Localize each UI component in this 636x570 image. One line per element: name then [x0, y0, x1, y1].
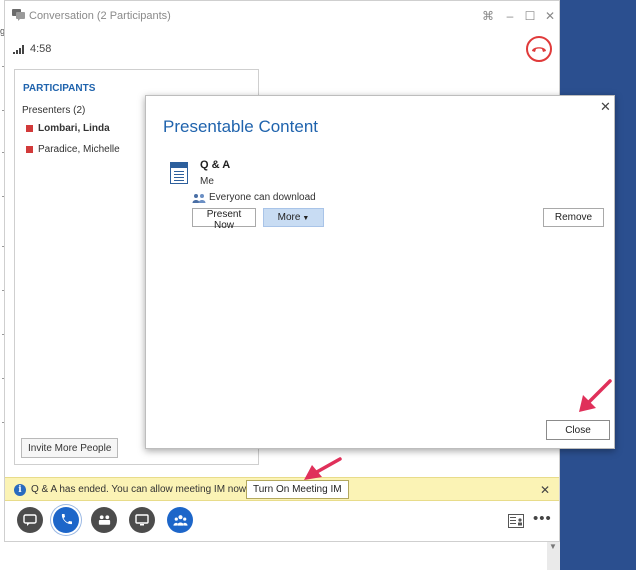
content-item-owner: Me	[200, 176, 214, 187]
content-item-name: Q & A	[200, 159, 231, 171]
remove-button[interactable]: Remove	[543, 208, 604, 227]
presence-busy-icon	[26, 145, 33, 153]
participants-header: PARTICIPANTS	[23, 83, 96, 94]
conversation-icon	[12, 9, 25, 21]
participant-row[interactable]: Paradice, Michelle	[26, 142, 120, 156]
dialog-title: Presentable Content	[163, 117, 318, 136]
phone-button[interactable]	[53, 507, 79, 533]
hang-up-icon	[532, 47, 546, 52]
participants-icon	[172, 515, 188, 526]
present-now-button[interactable]: Present Now	[192, 208, 256, 231]
presentable-content-dialog: ✕ Presentable Content Q & A Me Everyone …	[145, 95, 615, 449]
annotation-arrow-close	[579, 379, 612, 412]
signal-strength-icon	[13, 45, 24, 54]
scroll-down-icon[interactable]: ▼	[549, 542, 557, 551]
maximize-icon[interactable]: ☐	[522, 8, 538, 24]
annotation-arrow-turn-on	[304, 457, 342, 480]
participants-button[interactable]	[167, 507, 193, 533]
minimize-icon[interactable]: –	[502, 8, 518, 24]
download-permission-text: Everyone can download	[209, 192, 316, 203]
title-bar[interactable]: Conversation (2 Participants) ⌘ – ☐ ✕	[5, 1, 559, 31]
more-options-icon[interactable]: •••	[533, 510, 552, 527]
everyone-permission-icon	[192, 194, 206, 203]
pop-out-icon[interactable]: ⌘	[480, 8, 496, 24]
im-icon	[23, 514, 37, 526]
participant-row[interactable]: Lombari, Linda	[26, 121, 110, 135]
call-timer: 4:58	[30, 43, 52, 55]
close-notification-icon[interactable]: ✕	[540, 483, 550, 497]
info-icon: i	[14, 484, 26, 496]
participant-name: Lombari, Linda	[38, 122, 110, 134]
im-button[interactable]	[17, 507, 43, 533]
participant-name: Paradice, Michelle	[38, 143, 120, 155]
close-button[interactable]: Close	[546, 420, 610, 440]
close-window-icon[interactable]: ✕	[542, 8, 558, 24]
video-icon	[98, 515, 110, 525]
presence-busy-icon	[26, 124, 33, 132]
present-icon	[135, 514, 149, 526]
close-dialog-icon[interactable]: ✕	[600, 99, 611, 115]
qa-document-icon	[170, 162, 188, 184]
phone-icon	[61, 514, 72, 525]
more-button-label: More	[277, 212, 301, 223]
notification-text: Q & A has ended. You can allow meeting I…	[31, 484, 249, 495]
notification-bar: i Q & A has ended. You can allow meeting…	[5, 477, 559, 501]
participant-roster-icon[interactable]	[508, 514, 524, 528]
hang-up-button[interactable]	[526, 36, 552, 62]
video-button[interactable]	[91, 507, 117, 533]
present-button[interactable]	[129, 507, 155, 533]
presenters-group-label[interactable]: Presenters (2)	[22, 105, 85, 116]
more-button[interactable]: More ▼	[263, 208, 324, 227]
chevron-down-icon: ▼	[302, 215, 310, 222]
window-title: Conversation (2 Participants)	[29, 10, 171, 22]
invite-more-people-button[interactable]: Invite More People	[21, 438, 119, 458]
